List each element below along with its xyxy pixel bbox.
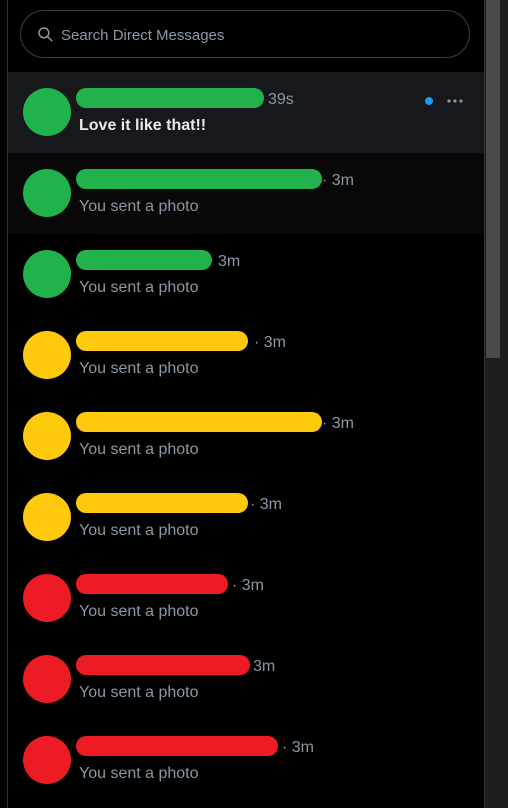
conversation-item[interactable]: 39s Love it like that!! (8, 72, 484, 153)
avatar[interactable] (23, 493, 71, 541)
unread-indicator (425, 97, 433, 105)
redacted-username (76, 250, 212, 270)
scrollbar-thumb[interactable] (486, 0, 500, 358)
message-preview: You sent a photo (79, 279, 199, 296)
search-input[interactable] (59, 23, 453, 47)
message-preview: Love it like that!! (79, 117, 207, 134)
search-icon (38, 27, 53, 42)
message-preview: You sent a photo (79, 765, 199, 782)
redacted-username (76, 493, 248, 513)
message-preview: You sent a photo (79, 684, 199, 701)
conversation-item[interactable]: · 3m You sent a photo (8, 315, 484, 396)
timestamp: · 3m (322, 172, 354, 189)
conversation-item[interactable]: · 3m You sent a photo (8, 153, 484, 234)
redacted-username (76, 169, 322, 189)
timestamp: 3m (218, 253, 241, 270)
message-preview: You sent a photo (79, 198, 199, 215)
redacted-username (76, 412, 322, 432)
message-preview: You sent a photo (79, 522, 199, 539)
redacted-username (76, 88, 264, 108)
timestamp: · 3m (282, 739, 314, 756)
redacted-username (76, 736, 278, 756)
conversation-item[interactable]: 3m You sent a photo (8, 234, 484, 315)
timestamp: · 3m (254, 334, 286, 351)
redacted-username (76, 331, 248, 351)
timestamp: · 3m (250, 496, 282, 513)
more-icon[interactable] (446, 92, 464, 110)
timestamp: 3m (253, 658, 276, 675)
conversation-item[interactable]: · 3m You sent a photo (8, 396, 484, 477)
avatar[interactable] (23, 412, 71, 460)
message-preview: You sent a photo (79, 603, 199, 620)
search-box[interactable] (20, 10, 470, 58)
redacted-username (76, 655, 250, 675)
conversation-item[interactable]: · 3m You sent a photo (8, 720, 484, 801)
conversation-item[interactable]: 3m You sent a photo (8, 639, 484, 720)
timestamp: · 3m (322, 415, 354, 432)
timestamp: · 3m (232, 577, 264, 594)
avatar[interactable] (23, 574, 71, 622)
message-preview: You sent a photo (79, 360, 199, 377)
conversation-item[interactable]: · 3m You sent a photo (8, 558, 484, 639)
conversation-item[interactable]: · 3m You sent a photo (8, 477, 484, 558)
timestamp: 39s (268, 91, 294, 108)
avatar[interactable] (23, 88, 71, 136)
message-preview: You sent a photo (79, 441, 199, 458)
avatar[interactable] (23, 250, 71, 298)
redacted-username (76, 574, 228, 594)
avatar[interactable] (23, 736, 71, 784)
avatar[interactable] (23, 169, 71, 217)
avatar[interactable] (23, 331, 71, 379)
avatar[interactable] (23, 655, 71, 703)
